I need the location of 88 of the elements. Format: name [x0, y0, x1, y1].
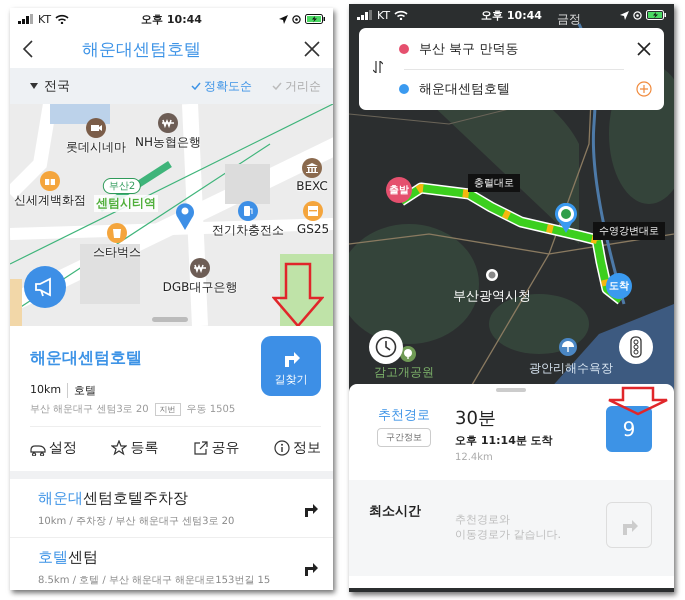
signal-icon — [18, 14, 34, 24]
close-icon[interactable] — [303, 40, 321, 58]
back-icon[interactable] — [22, 40, 34, 58]
map-label: BEXC — [296, 179, 328, 193]
location-arrow-icon — [620, 10, 629, 20]
place-icon — [86, 118, 106, 138]
search-result[interactable]: 해운대센텀호텔주차장 10km / 주차장 / 부산 해운대구 센텀3로 20 — [10, 479, 333, 538]
station-line-badge: 부산2 — [102, 178, 142, 194]
result-name: 호텔센텀 — [38, 548, 99, 567]
check-icon — [272, 82, 282, 90]
annotation-arrow — [607, 386, 669, 416]
signal-icon — [357, 10, 373, 20]
place-name: 해운대센텀호텔 — [30, 348, 143, 369]
map-label: 광안리해수욕장 — [529, 360, 613, 377]
route-distance: 12.4km — [455, 452, 494, 463]
carrier-text: KT — [377, 8, 390, 22]
map-label: 신세계백화점 — [14, 192, 86, 209]
route-option[interactable]: 최소시간 추천경로와 이동경로가 같습니다. — [349, 480, 674, 576]
arrival-time: 오후 11:14분 도착 — [455, 433, 554, 448]
info-icon — [274, 440, 290, 456]
place-icon — [190, 258, 210, 278]
region-selector[interactable]: 전국 — [44, 77, 171, 95]
map-label: NH농협은행 — [135, 134, 201, 151]
wifi-icon — [55, 14, 70, 24]
map-label: 롯데시네마 — [66, 139, 126, 156]
place-icon — [40, 171, 60, 191]
place-address: 부산 해운대구 센텀3로 20 — [30, 403, 149, 416]
check-icon — [191, 82, 201, 90]
drag-handle[interactable] — [496, 388, 526, 392]
search-result[interactable]: 호텔센텀 8.5km / 호텔 / 부산 해운대구 해운대로153번길 15 — [10, 538, 333, 590]
close-icon[interactable] — [636, 41, 652, 57]
result-detail: 8.5km / 호텔 / 부산 해운대구 해운대로153번길 15 — [38, 574, 270, 587]
map-label: GS25 — [296, 222, 330, 236]
map-label: 전기차충전소 — [212, 222, 284, 239]
lot-address: 우동 1505 — [186, 403, 236, 416]
address-tag[interactable]: 지번 — [154, 402, 181, 416]
share-icon — [192, 440, 209, 456]
road-label: 수영강변대로 — [593, 222, 665, 240]
place-icon — [107, 223, 127, 243]
origin-field[interactable]: 부산 북구 만덕동 — [419, 40, 626, 58]
star-icon — [111, 440, 128, 456]
battery-icon — [646, 10, 666, 20]
action-button[interactable]: 정보 — [274, 439, 321, 457]
place-category: 호텔 — [74, 383, 96, 398]
carrier-text: KT — [38, 12, 52, 26]
status-time: 오후 10:44 — [141, 12, 202, 26]
map-label: 감고개공원 — [374, 364, 434, 381]
place-icon — [238, 201, 258, 221]
road-label: 충렬대로 — [468, 174, 520, 192]
place-distance: 10km — [30, 383, 62, 398]
dropdown-caret-icon[interactable] — [30, 83, 38, 89]
map-label: 금정 — [557, 11, 581, 28]
wifi-icon — [394, 10, 408, 20]
swap-icon[interactable] — [373, 61, 383, 73]
map-label: DGB대구은행 — [162, 279, 238, 296]
map-label: 스타벅스 — [93, 244, 141, 261]
map-label: 부산광역시청 — [453, 288, 531, 305]
place-icon — [158, 113, 178, 133]
battery-icon — [305, 14, 325, 24]
action-button[interactable]: 공유 — [192, 439, 240, 457]
status-time: 오후 10:44 — [481, 8, 542, 22]
fuel-station-marker-icon — [554, 203, 578, 233]
drag-handle[interactable] — [152, 317, 188, 322]
action-button[interactable]: 등록 — [111, 439, 158, 457]
place-icon — [303, 201, 323, 221]
route-option[interactable]: 추천경로 구간정보 30분 오후 11:14분 도착 12.4km 9 — [349, 384, 674, 480]
location-arrow-icon — [279, 14, 288, 24]
route-title: 최소시간 — [368, 503, 421, 520]
annotation-arrow — [272, 262, 324, 326]
action-button[interactable]: 설정 — [30, 439, 77, 457]
destination-field[interactable]: 해운대센텀호텔 — [419, 80, 626, 98]
tree-icon — [400, 346, 416, 362]
route-title: 추천경로 — [378, 407, 430, 424]
umbrella-icon — [559, 338, 577, 356]
clock-icon — [375, 336, 397, 358]
route-duration: 30분 — [455, 407, 497, 430]
result-name: 해운대센텀호텔주차장 — [38, 489, 189, 508]
lock-rotation-icon — [633, 10, 642, 20]
section-info-button[interactable]: 구간정보 — [377, 428, 431, 447]
traffic-light-icon — [630, 336, 642, 358]
place-icon — [302, 158, 322, 178]
search-title: 해운대센텀호텔 — [81, 38, 202, 60]
station-label: 센텀시티역 — [94, 195, 158, 212]
result-detail: 10km / 주차장 / 부산 해운대구 센텀3로 20 — [38, 515, 234, 528]
route-note: 추천경로와 이동경로가 같습니다. — [455, 512, 562, 543]
location-pin-icon — [175, 202, 195, 230]
lock-rotation-icon — [292, 14, 301, 24]
landmark-icon — [485, 268, 499, 282]
